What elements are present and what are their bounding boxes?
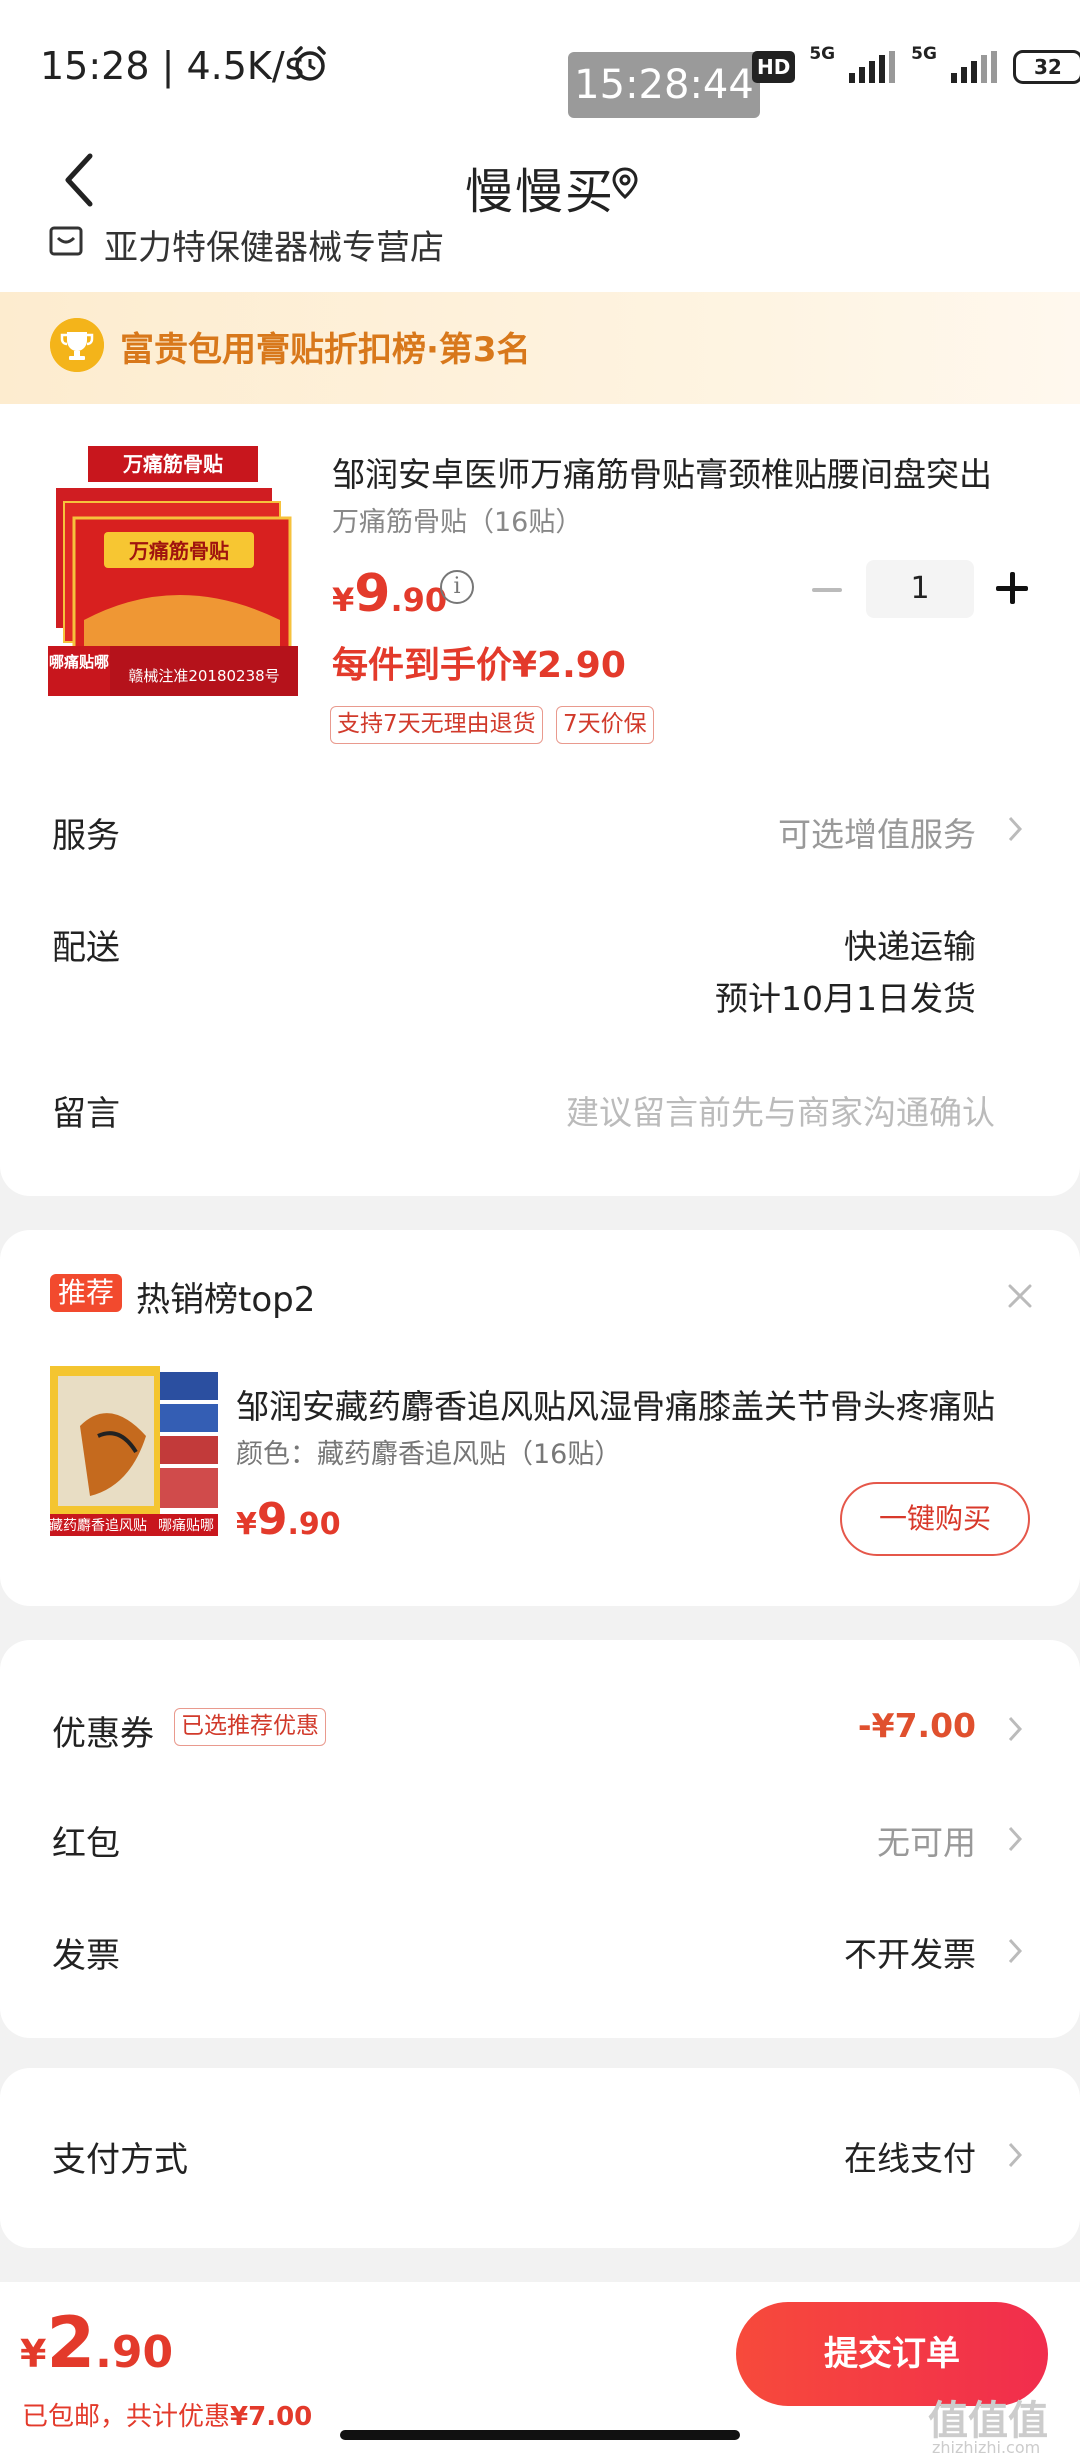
payment-card: 支付方式 在线支付 bbox=[0, 2068, 1080, 2248]
signal-icon bbox=[849, 51, 896, 83]
total-note-prefix: 已包邮，共计优惠 bbox=[22, 2402, 231, 2432]
coupon-label: 优惠券 bbox=[52, 1714, 154, 1754]
payment-value: 在线支付 bbox=[844, 2139, 976, 2178]
signal-icon-2 bbox=[950, 51, 997, 83]
chevron-right-icon bbox=[1008, 1716, 1023, 1742]
nav-header: 慢慢买 bbox=[0, 130, 1080, 232]
final-price: 每件到手价¥2.90 bbox=[332, 645, 626, 686]
message-label: 留言 bbox=[52, 1094, 120, 1134]
thumb-main-label: 万痛筋骨贴 bbox=[128, 539, 229, 563]
coupon-value: -¥7.00 bbox=[857, 1706, 976, 1745]
redpacket-label: 红包 bbox=[52, 1824, 120, 1864]
rec-price-currency: ¥ bbox=[236, 1507, 257, 1542]
total-currency: ¥ bbox=[20, 2332, 47, 2376]
message-input[interactable]: 建议留言前先与商家沟通确认 bbox=[566, 1086, 995, 1134]
thumb-reg-label: 赣械注准20180238号 bbox=[128, 667, 279, 685]
thumb-top-label: 万痛筋骨贴 bbox=[122, 452, 223, 476]
product-thumbnail[interactable]: 万痛筋骨贴 万痛筋骨贴 哪痛贴哪 赣械注准20180238号 bbox=[48, 440, 298, 696]
screen-clock-overlay: 15:28:44 bbox=[568, 52, 760, 118]
payment-method-row[interactable]: 支付方式 在线支付 bbox=[0, 2132, 1080, 2182]
recommend-thumbnail[interactable]: 藏药麝香追风贴 哪痛贴哪 bbox=[50, 1366, 218, 1536]
status-indicators: HD 5G 5G 32 bbox=[752, 46, 1080, 88]
service-row[interactable]: 服务 可选增值服务 bbox=[0, 800, 1080, 860]
one-click-buy-button[interactable]: 一键购买 bbox=[840, 1482, 1030, 1556]
total-note-amount: ¥7.00 bbox=[230, 2402, 313, 2432]
watermark-logo: 值值值 zhizhizhi.com bbox=[928, 2388, 1048, 2457]
price-info-icon[interactable]: i bbox=[440, 570, 474, 604]
product-spec[interactable]: 万痛筋骨贴（16贴） bbox=[332, 500, 582, 539]
page-title: 慢慢买 bbox=[464, 164, 615, 220]
product-card: 万痛筋骨贴 万痛筋骨贴 哪痛贴哪 赣械注准20180238号 邹润安卓医师万痛筋… bbox=[0, 404, 1080, 1196]
return-policy-tag: 支持7天无理由退货 bbox=[330, 706, 543, 744]
rank-text: 富贵包用膏贴折扣榜·第3名 bbox=[120, 330, 531, 370]
invoice-label: 发票 bbox=[52, 1936, 120, 1976]
watermark-url: zhizhizhi.com bbox=[932, 2438, 1041, 2457]
discount-card: 优惠券 -¥7.00 已选推荐优惠 红包 无可用 发票 不开发票 bbox=[0, 1640, 1080, 2038]
redpacket-value: 无可用 bbox=[877, 1823, 976, 1862]
invoice-row[interactable]: 发票 不开发票 bbox=[0, 1928, 1080, 1978]
price-int: 9 bbox=[354, 564, 391, 624]
recommend-title: 热销榜top2 bbox=[136, 1280, 316, 1320]
rec-thumb-caption-right: 哪痛贴哪 bbox=[158, 1517, 214, 1534]
alarm-icon bbox=[294, 46, 326, 81]
total-dec: .90 bbox=[95, 2327, 174, 2378]
rec-price-int: 9 bbox=[256, 1494, 288, 1545]
hd-icon: HD bbox=[752, 51, 796, 83]
store-icon bbox=[49, 226, 83, 256]
recommend-product-spec: 颜色：藏药麝香追风贴（16贴） bbox=[236, 1439, 622, 1470]
close-icon[interactable] bbox=[1006, 1282, 1034, 1310]
thumb-left-label: 哪痛贴哪 bbox=[49, 653, 109, 671]
total-int: 2 bbox=[46, 2302, 96, 2384]
store-name: 亚力特保健器械专营店 bbox=[104, 228, 444, 268]
network-type-2: 5G bbox=[911, 44, 937, 64]
redpacket-row[interactable]: 红包 无可用 bbox=[0, 1816, 1080, 1866]
service-label: 服务 bbox=[52, 816, 120, 856]
product-price: ¥9.90 bbox=[332, 564, 447, 624]
chevron-right-icon bbox=[1008, 1938, 1023, 1964]
service-value: 可选增值服务 bbox=[778, 815, 976, 854]
coupon-selected-tag: 已选推荐优惠 bbox=[174, 1708, 326, 1746]
rec-thumb-caption-left: 藏药麝香追风贴 bbox=[50, 1518, 147, 1534]
recommend-badge: 推荐 bbox=[50, 1274, 123, 1312]
rec-price-dec: .90 bbox=[287, 1507, 341, 1542]
price-currency: ¥ bbox=[332, 581, 355, 619]
quantity-increase-button[interactable] bbox=[994, 570, 1030, 606]
product-title[interactable]: 邹润安卓医师万痛筋骨贴膏颈椎贴腰间盘突出 bbox=[332, 448, 1032, 496]
price-protect-tag: 7天价保 bbox=[556, 706, 654, 744]
delivery-date: 预计10月1日发货 bbox=[715, 979, 976, 1018]
trophy-icon bbox=[50, 318, 104, 372]
total-price: ¥2.90 bbox=[20, 2302, 173, 2384]
coupon-row[interactable]: 优惠券 -¥7.00 bbox=[0, 1706, 1080, 1756]
rank-banner[interactable]: 富贵包用膏贴折扣榜·第3名 bbox=[0, 292, 1080, 404]
quantity-decrease-button[interactable] bbox=[810, 572, 846, 608]
delivery-label: 配送 bbox=[52, 928, 120, 968]
status-time: 15:28 | 4.5K/s bbox=[40, 44, 305, 88]
delivery-row[interactable]: 配送 快递运输 预计10月1日发货 bbox=[0, 920, 1080, 1030]
quantity-value[interactable]: 1 bbox=[866, 560, 974, 618]
payment-label: 支付方式 bbox=[52, 2140, 188, 2180]
chevron-right-icon bbox=[1008, 2142, 1023, 2168]
battery-icon: 32 bbox=[1012, 50, 1080, 84]
location-icon[interactable] bbox=[608, 166, 642, 200]
recommend-card: 推荐 热销榜top2 藏药麝香追风贴 哪痛贴哪 邹润安藏药麝香追风贴风湿骨痛膝盖… bbox=[0, 1230, 1080, 1606]
delivery-method: 快递运输 bbox=[844, 927, 976, 966]
home-indicator[interactable] bbox=[340, 2430, 740, 2440]
price-dec: .90 bbox=[390, 581, 448, 619]
network-type-1: 5G bbox=[809, 44, 836, 64]
invoice-value: 不开发票 bbox=[844, 1935, 976, 1974]
checkout-bar: ¥2.90 已包邮，共计优惠¥7.00 提交订单 值值值 zhizhizhi.c… bbox=[0, 2282, 1080, 2460]
chevron-right-icon bbox=[1008, 816, 1023, 842]
store-row[interactable]: 亚力特保健器械专营店 bbox=[0, 222, 1080, 292]
recommend-product-name[interactable]: 邹润安藏药麝香追风贴风湿骨痛膝盖关节骨头疼痛贴 bbox=[236, 1380, 1030, 1428]
chevron-right-icon bbox=[1008, 1826, 1023, 1852]
recommend-price: ¥9.90 bbox=[236, 1494, 341, 1545]
total-note: 已包邮，共计优惠¥7.00 bbox=[22, 2396, 312, 2433]
status-bar: 15:28 | 4.5K/s 15:28:44 HD 5G 5G 32 bbox=[0, 0, 1080, 130]
message-row[interactable]: 留言 建议留言前先与商家沟通确认 bbox=[0, 1084, 1080, 1144]
